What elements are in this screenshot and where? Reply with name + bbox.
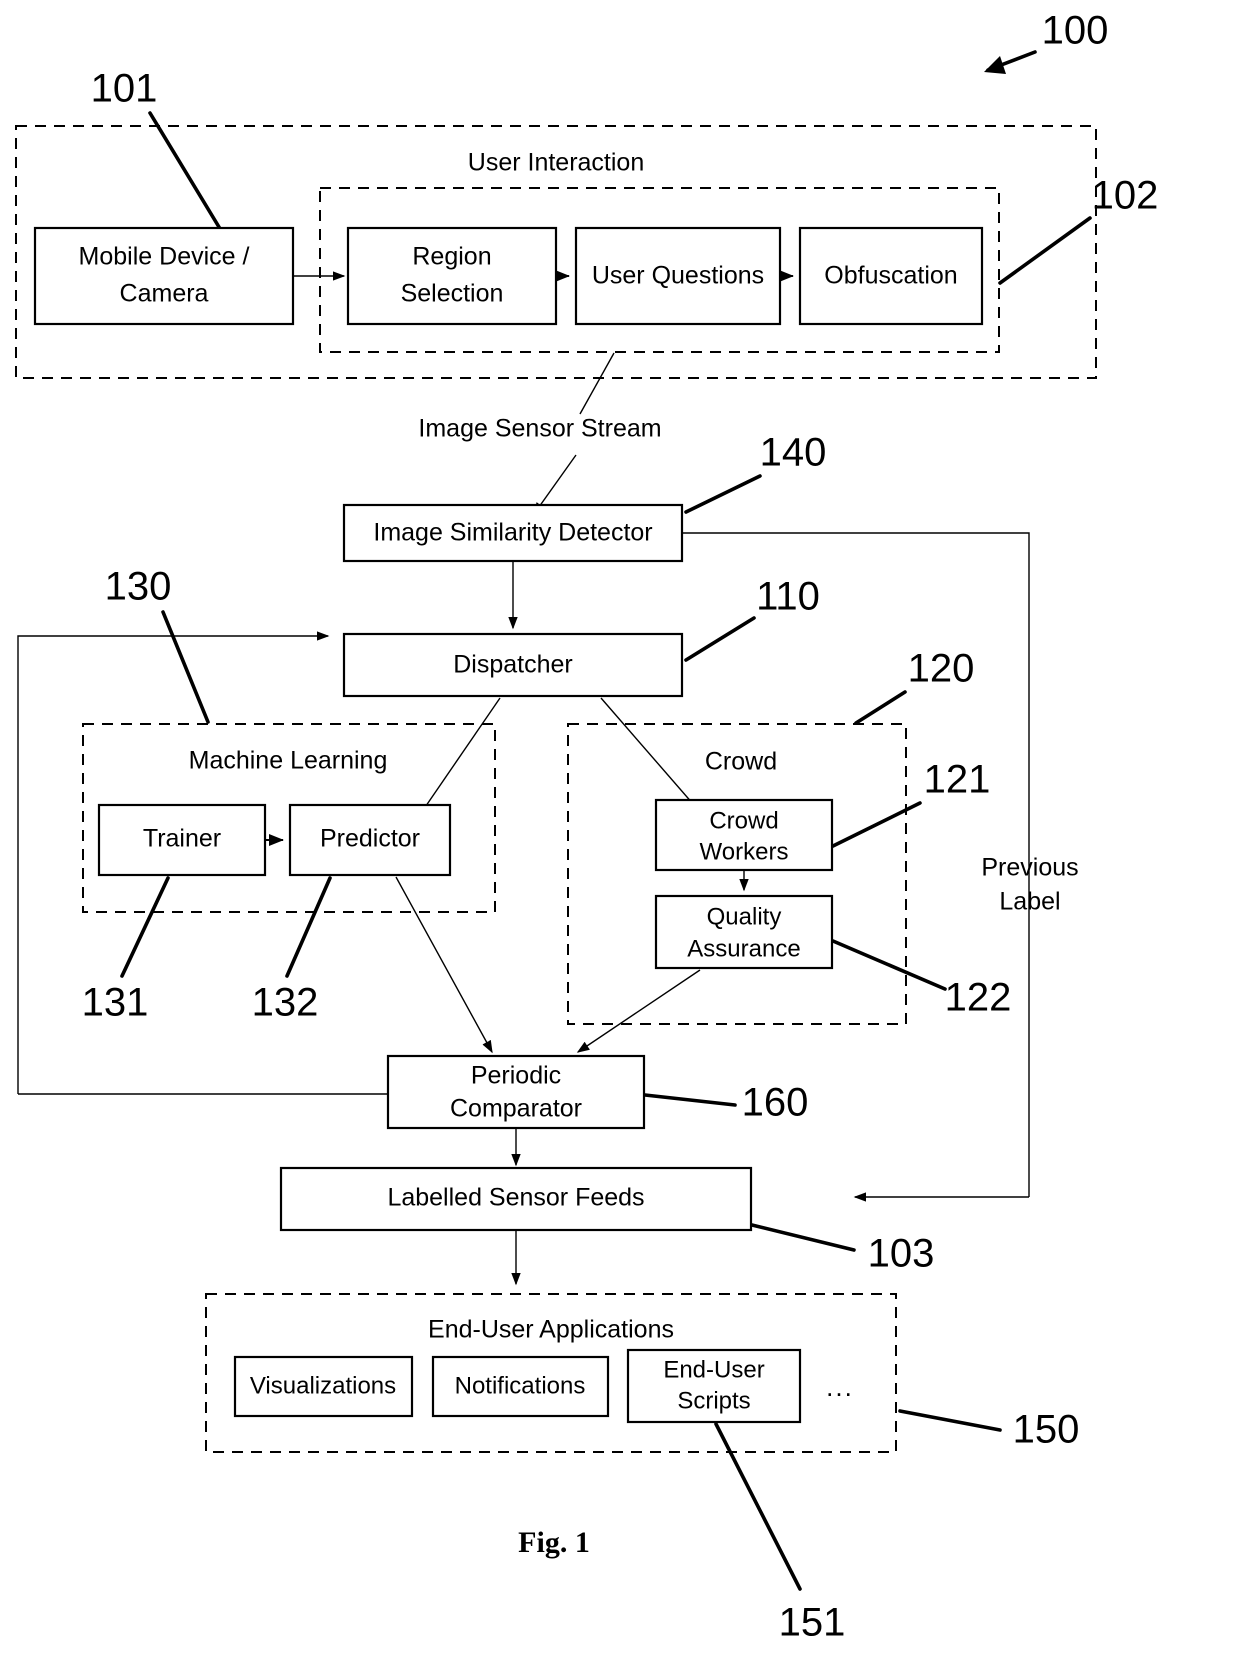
ref-label-102: 102 [1092, 174, 1159, 218]
block-trainer-label: Trainer [143, 825, 221, 853]
system-ref-100: 100 [984, 9, 1108, 74]
block-crowd-workers-line1: Crowd [709, 807, 778, 834]
ref-140-callout: 140 [684, 431, 827, 514]
ref-leader-110 [684, 616, 756, 662]
ref-leader-132 [285, 876, 332, 978]
edge-label-image-sensor-stream: Image Sensor Stream [418, 415, 661, 443]
ref-leader-150 [898, 1409, 1002, 1432]
block-notifications[interactable]: Notifications [431, 1355, 610, 1418]
group-end-user-applications-label: End-User Applications [428, 1316, 674, 1344]
ref-label-150: 150 [1013, 1408, 1080, 1452]
block-labelled-sensor-feeds[interactable]: Labelled Sensor Feeds [279, 1166, 753, 1232]
block-quality-assurance-line2: Assurance [687, 935, 800, 962]
ref-label-151: 151 [779, 1601, 846, 1645]
ref-160-callout: 160 [643, 1081, 809, 1125]
ref-label-121: 121 [924, 758, 991, 802]
ref-102-callout: 102 [998, 174, 1159, 285]
block-region-selection-line2: Selection [401, 280, 504, 308]
arrow-qa-to-comparator [576, 969, 701, 1053]
block-periodic-comparator[interactable]: Periodic Comparator [386, 1054, 646, 1130]
block-user-questions[interactable]: User Questions [574, 226, 782, 326]
edge-stream-upper [579, 352, 615, 415]
ref-leader-103 [750, 1223, 856, 1252]
block-dispatcher-label: Dispatcher [453, 651, 573, 679]
group-machine-learning-label: Machine Learning [189, 747, 388, 775]
ref-leader-130 [161, 610, 210, 724]
ref-leader-120 [854, 690, 907, 725]
block-crowd-workers[interactable]: Crowd Workers [654, 798, 834, 872]
group-user-interaction-label: User Interaction [468, 149, 644, 177]
ref-151-callout: 151 [714, 1422, 846, 1645]
block-end-user-scripts-line1: End-User [663, 1356, 764, 1383]
ref-label-160: 160 [742, 1081, 809, 1125]
ref-leader-160 [643, 1093, 737, 1107]
ref-leader-122 [831, 939, 947, 991]
ref-leader-101 [148, 111, 224, 234]
block-obfuscation[interactable]: Obfuscation [798, 226, 984, 326]
ref-label-122: 122 [945, 976, 1012, 1020]
block-periodic-comparator-line2: Comparator [450, 1095, 582, 1123]
ref-132-callout: 132 [252, 876, 332, 1025]
block-mobile-device[interactable]: Mobile Device / Camera [33, 226, 295, 326]
edge-label-previous-label-line1: Previous [981, 854, 1078, 882]
ref-label-110: 110 [756, 575, 820, 619]
block-obfuscation-label: Obfuscation [824, 262, 957, 290]
block-mobile-device-line1: Mobile Device / [79, 243, 250, 271]
block-crowd-workers-line2: Workers [700, 838, 789, 865]
block-more-apps-ellipsis: ... [826, 1372, 854, 1402]
block-dispatcher[interactable]: Dispatcher [342, 632, 684, 698]
block-image-similarity-detector[interactable]: Image Similarity Detector [342, 503, 684, 563]
ref-101-callout: 101 [91, 67, 224, 234]
block-image-similarity-detector-label: Image Similarity Detector [373, 519, 652, 547]
ref-122-callout: 122 [831, 939, 1012, 1020]
block-end-user-scripts[interactable]: End-User Scripts [626, 1348, 802, 1424]
block-user-questions-label: User Questions [592, 262, 764, 290]
block-mobile-device-line2: Camera [120, 280, 209, 308]
group-crowd-label: Crowd [705, 748, 777, 776]
ref-arrowhead-100 [984, 56, 1006, 74]
ref-label-101: 101 [91, 67, 158, 111]
figure-caption: Fig. 1 [518, 1526, 590, 1559]
ref-label-103: 103 [868, 1232, 935, 1276]
ref-131-callout: 131 [82, 876, 170, 1025]
ref-leader-151 [714, 1422, 802, 1591]
block-quality-assurance[interactable]: Quality Assurance [654, 894, 834, 970]
block-notifications-label: Notifications [455, 1372, 586, 1399]
ref-label-132: 132 [252, 981, 319, 1025]
ref-label-100: 100 [1042, 9, 1109, 53]
system-architecture-diagram: 100 User Interaction 101 102 Mobile Devi… [15, 9, 1159, 1645]
ref-leader-131 [120, 876, 170, 978]
block-region-selection-line1: Region [412, 243, 491, 271]
ref-leader-140 [684, 474, 762, 514]
ref-110-callout: 110 [684, 575, 820, 662]
ref-150-callout: 150 [898, 1408, 1080, 1452]
ref-label-120: 120 [908, 647, 975, 691]
block-visualizations-label: Visualizations [250, 1372, 396, 1399]
edge-label-previous-label-line2: Label [999, 888, 1060, 916]
block-predictor-label: Predictor [320, 825, 420, 853]
figure-canvas: 100 User Interaction 101 102 Mobile Devi… [0, 0, 1240, 1674]
block-trainer[interactable]: Trainer [97, 803, 267, 877]
ref-label-130: 130 [105, 565, 172, 609]
block-end-user-scripts-line2: Scripts [677, 1387, 750, 1414]
arrow-predictor-to-comparator [395, 876, 493, 1054]
block-predictor[interactable]: Predictor [288, 803, 452, 877]
ref-120-callout: 120 [854, 647, 975, 725]
ref-130-callout: 130 [105, 565, 210, 724]
ref-121-callout: 121 [831, 758, 991, 848]
block-quality-assurance-line1: Quality [707, 903, 782, 930]
block-region-selection[interactable]: Region Selection [346, 226, 558, 326]
ref-103-callout: 103 [750, 1223, 935, 1276]
ref-label-140: 140 [760, 431, 827, 475]
block-labelled-sensor-feeds-label: Labelled Sensor Feeds [387, 1184, 644, 1212]
ref-label-131: 131 [82, 981, 149, 1025]
ref-leader-102 [998, 216, 1092, 285]
block-periodic-comparator-line1: Periodic [471, 1062, 561, 1090]
block-visualizations[interactable]: Visualizations [233, 1355, 414, 1418]
